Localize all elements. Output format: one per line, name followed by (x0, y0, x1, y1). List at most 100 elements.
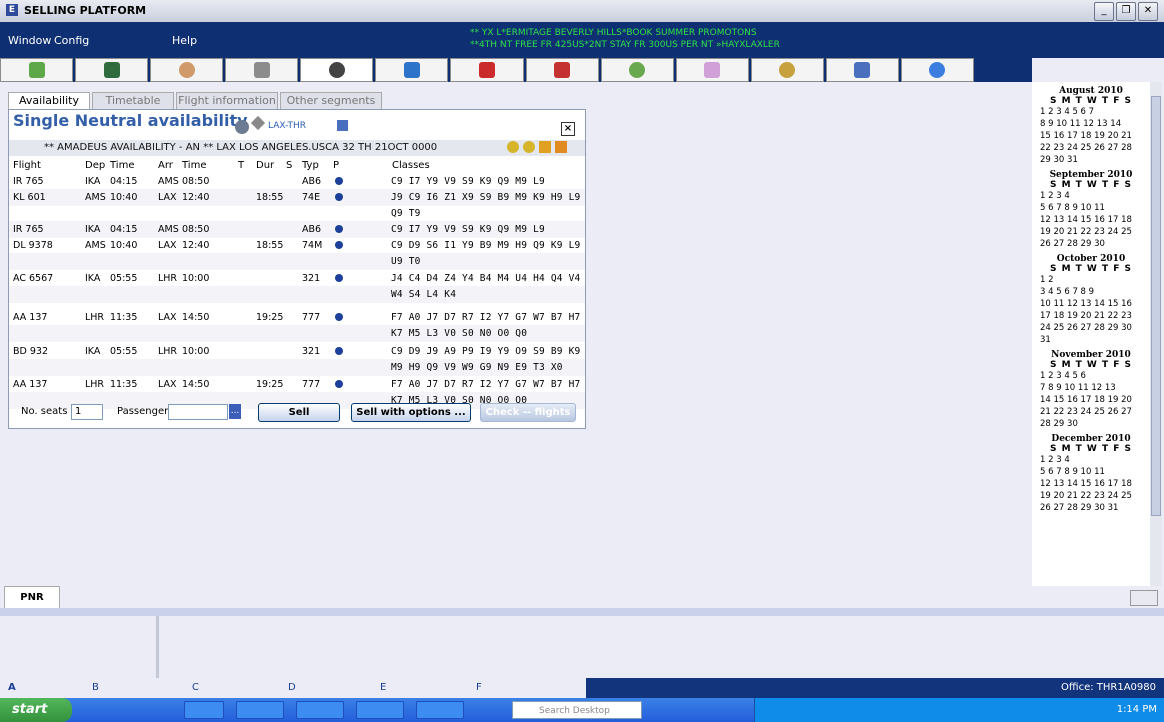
agent-icon[interactable] (150, 58, 224, 82)
table-row[interactable]: IR 765 IKA 04:15 AMS 08:50 AB6 C9 I7 Y9 V9 S9 … (9, 221, 585, 238)
tab-flight-information[interactable]: Flight information (176, 92, 278, 109)
sell-button[interactable]: Sell (258, 403, 340, 422)
hotel-icon[interactable] (225, 58, 299, 82)
seat-map-icon[interactable] (335, 313, 343, 321)
settings-icon[interactable] (507, 141, 519, 153)
calendar-week[interactable]: 1 2 (1032, 274, 1150, 286)
document-icon[interactable] (825, 58, 899, 82)
tab-other-segments[interactable]: Other segments (280, 92, 382, 109)
calendar-week[interactable]: 10 11 12 13 14 15 16 (1032, 298, 1150, 310)
calendar-scrollbar[interactable] (1150, 82, 1162, 587)
booking-classes[interactable]: C9 I7 Y9 V9 S9 K9 Q9 M9 L9 (391, 224, 545, 235)
booking-classes[interactable]: C9 I7 Y9 V9 S9 K9 Q9 M9 L9 (391, 176, 545, 187)
booking-classes[interactable]: F7 A0 J7 D7 R7 I2 Y7 G7 W7 B7 H7 (391, 312, 580, 323)
menu-config[interactable]: Config (54, 34, 89, 47)
cube-icon[interactable] (0, 58, 74, 82)
rail-icon[interactable] (600, 58, 674, 82)
booking-classes[interactable]: M9 H9 Q9 V9 W9 G9 N9 E9 T3 X0 (391, 362, 563, 373)
calendar-week[interactable]: 19 20 21 22 23 24 25 (1032, 226, 1150, 238)
passenger-input[interactable] (168, 404, 228, 420)
table-row[interactable]: AC 6567 IKA 05:55 LHR 10:00 321 J4 C4 D4 Z4 Y4… (9, 270, 585, 287)
seat-map-icon[interactable] (335, 347, 343, 355)
table-row[interactable]: AA 137 LHR 11:35 LAX 14:50 19:25 777 F7 A0 J7 D… (9, 376, 585, 393)
seat-map-icon[interactable] (335, 193, 343, 201)
booking-classes[interactable]: W4 S4 L4 K4 (391, 289, 456, 300)
seat-map-icon[interactable] (335, 241, 343, 249)
table-row[interactable]: W4 S4 L4 K4 (9, 286, 585, 303)
cross-route-icon[interactable] (250, 115, 266, 131)
tab-availability[interactable]: Availability (8, 92, 90, 109)
seat-map-icon[interactable] (335, 380, 343, 388)
tab-pnr[interactable]: PNR (4, 586, 60, 609)
taskbar-item-4[interactable] (356, 701, 404, 719)
vertical-splitter[interactable] (156, 616, 159, 678)
booking-classes[interactable]: F7 A0 J7 D7 R7 I2 Y7 G7 W7 B7 H7 (391, 379, 580, 390)
area-a[interactable]: A (8, 682, 16, 693)
taskbar-item-2[interactable] (236, 701, 284, 719)
booking-classes[interactable]: U9 T0 (391, 256, 421, 267)
menu-help[interactable]: Help (172, 34, 197, 47)
calendar-week[interactable]: 1 2 3 4 (1032, 190, 1150, 202)
calendar-week[interactable]: 28 29 30 (1032, 418, 1150, 430)
seat-map-icon[interactable] (335, 177, 343, 185)
area-c[interactable]: C (192, 682, 199, 693)
calendar-week[interactable]: 14 15 16 17 18 19 20 (1032, 394, 1150, 406)
info-icon[interactable] (900, 58, 975, 82)
table-row[interactable]: U9 T0 (9, 253, 585, 270)
calendar-week[interactable]: 7 8 9 10 11 12 13 (1032, 382, 1150, 394)
calendar-week[interactable]: 5 6 7 8 9 10 11 (1032, 466, 1150, 478)
calendar-week[interactable]: 1 2 3 4 (1032, 454, 1150, 466)
booking-classes[interactable]: C9 D9 S6 I1 Y9 B9 M9 H9 Q9 K9 L9 (391, 240, 580, 251)
scrollbar-thumb[interactable] (1151, 96, 1161, 516)
filter-icon[interactable] (555, 141, 567, 153)
calendar-week[interactable]: 26 27 28 29 30 31 (1032, 502, 1150, 514)
calendar-week[interactable]: 5 6 7 8 9 10 11 (1032, 202, 1150, 214)
car-icon[interactable] (375, 58, 449, 82)
area-b[interactable]: B (92, 682, 99, 693)
seat-map-icon[interactable] (335, 274, 343, 282)
calendar-week[interactable]: 1 2 3 4 5 6 (1032, 370, 1150, 382)
table-row[interactable]: DL 9378 AMS 10:40 LAX 12:40 18:55 74M C9 D9 S6 … (9, 237, 585, 254)
calendar-week[interactable]: 24 25 26 27 28 29 30 (1032, 322, 1150, 334)
passenger-lookup-button[interactable]: ... (229, 404, 241, 419)
area-f[interactable]: F (476, 682, 482, 693)
person-icon[interactable] (750, 58, 824, 82)
seat-map-icon[interactable] (335, 225, 343, 233)
warning-icon[interactable] (539, 141, 551, 153)
booking-classes[interactable]: J9 C9 I6 Z1 X9 S9 B9 M9 K9 H9 L9 (391, 192, 580, 203)
tab-timetable[interactable]: Timetable (92, 92, 174, 109)
taskbar-item-5[interactable] (416, 701, 464, 719)
sell-with-options-button[interactable]: Sell with options ... (351, 403, 471, 422)
settings-alt-icon[interactable] (523, 141, 535, 153)
taskbar-item-3[interactable] (296, 701, 344, 719)
dock-icon[interactable] (1130, 590, 1158, 606)
area-e[interactable]: E (380, 682, 386, 693)
booking-classes[interactable]: J4 C4 D4 Z4 Y4 B4 M4 U4 H4 Q4 V4 (391, 273, 580, 284)
calendar-week[interactable]: 31 (1032, 334, 1150, 346)
ticket-icon[interactable] (675, 58, 749, 82)
table-row[interactable]: IR 765 IKA 04:15 AMS 08:50 AB6 C9 I7 Y9 V9 S9 … (9, 173, 585, 190)
calendar-week[interactable]: 26 27 28 29 30 (1032, 238, 1150, 250)
calendar-week[interactable]: 12 13 14 15 16 17 18 (1032, 478, 1150, 490)
no-seats-input[interactable]: 1 (71, 404, 103, 420)
refresh-icon[interactable] (235, 120, 249, 134)
close-button[interactable]: ✕ (1138, 2, 1158, 21)
calendar-week[interactable]: 12 13 14 15 16 17 18 (1032, 214, 1150, 226)
maximize-button[interactable]: ❐ (1116, 2, 1136, 21)
calendar-week[interactable]: 21 22 23 24 25 26 27 (1032, 406, 1150, 418)
luggage-icon[interactable] (525, 58, 599, 82)
calendar-week[interactable]: 15 16 17 18 19 20 21 (1032, 130, 1150, 142)
taskbar-item-1[interactable] (184, 701, 224, 719)
calendar-week[interactable]: 17 18 19 20 21 22 23 (1032, 310, 1150, 322)
calendar-week[interactable]: 19 20 21 22 23 24 25 (1032, 490, 1150, 502)
start-button[interactable]: start (0, 698, 72, 722)
table-row[interactable]: M9 H9 Q9 V9 W9 G9 N9 E9 T3 X0 (9, 359, 585, 376)
table-row[interactable]: KL 601 AMS 10:40 LAX 12:40 18:55 74E J9 C9 I6 Z… (9, 189, 585, 206)
table-row[interactable]: K7 M5 L3 V0 S0 N0 O0 Q0 (9, 325, 585, 342)
calendar-week[interactable]: 3 4 5 6 7 8 9 (1032, 286, 1150, 298)
booking-classes[interactable]: K7 M5 L3 V0 S0 N0 O0 Q0 (391, 328, 527, 339)
calendar-week[interactable]: 8 9 10 11 12 13 14 (1032, 118, 1150, 130)
menu-window[interactable]: Window (8, 34, 51, 47)
booking-classes[interactable]: Q9 T9 (391, 208, 421, 219)
table-row[interactable]: BD 932 IKA 05:55 LHR 10:00 321 C9 D9 J9 A9 P9 … (9, 343, 585, 360)
